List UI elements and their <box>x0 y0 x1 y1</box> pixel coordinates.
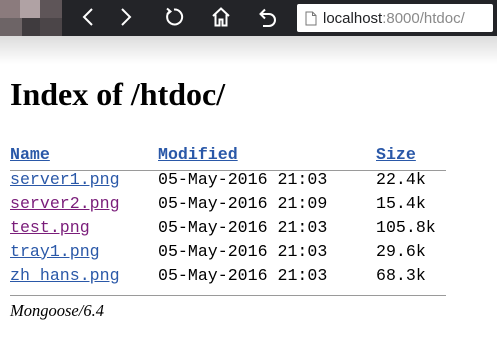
file-name-cell: server2.png <box>10 191 158 215</box>
size-cell: 105.8k <box>376 217 436 237</box>
table-row: server2.png 05-May-2016 21:09 15.4k <box>10 191 446 215</box>
home-icon <box>212 7 230 27</box>
file-link[interactable]: server1.png <box>10 170 120 189</box>
blurred-tab-area <box>0 0 70 36</box>
forward-icon <box>121 8 132 26</box>
modified-cell: 05-May-2016 21:03 <box>158 265 328 285</box>
table-row: tray1.png 05-May-2016 21:03 29.6k <box>10 239 446 263</box>
footer-divider <box>10 295 446 296</box>
size-cell: 15.4k <box>376 193 426 213</box>
file-listing-table: Name Modified Size server1.png 05-May-20… <box>10 145 446 287</box>
address-bar[interactable]: localhost:8000/htdoc/ <box>297 4 493 32</box>
reload-icon <box>166 7 184 26</box>
url-path: :8000/htdoc/ <box>382 9 465 27</box>
file-name-cell: test.png <box>10 215 158 239</box>
server-signature: Mongoose/6.4 <box>10 301 104 320</box>
sort-by-size-link[interactable]: Size <box>376 145 416 164</box>
modified-cell: 05-May-2016 21:09 <box>158 193 328 213</box>
home-button[interactable] <box>208 4 234 30</box>
file-name-cell: tray1.png <box>10 239 158 263</box>
header-divider <box>10 170 446 171</box>
file-link[interactable]: zh_hans.png <box>10 266 120 285</box>
browser-toolbar: localhost:8000/htdoc/ <box>0 0 497 36</box>
table-row: zh_hans.png 05-May-2016 21:03 68.3k <box>10 263 446 287</box>
file-link[interactable]: server2.png <box>10 194 120 213</box>
file-link[interactable]: tray1.png <box>10 242 100 261</box>
column-header-name: Name <box>10 145 158 167</box>
url-host: localhost <box>323 9 383 27</box>
back-button[interactable] <box>75 4 101 30</box>
undo-button[interactable] <box>254 4 280 30</box>
undo-icon <box>259 8 276 27</box>
reload-button[interactable] <box>161 4 187 30</box>
sort-by-modified-link[interactable]: Modified <box>158 145 238 164</box>
modified-cell: 05-May-2016 21:03 <box>158 241 328 261</box>
size-cell: 68.3k <box>376 265 426 285</box>
table-row: test.png 05-May-2016 21:03 105.8k <box>10 215 446 239</box>
toolbar-shadow <box>0 36 497 64</box>
file-name-cell: zh_hans.png <box>10 263 158 287</box>
size-cell: 29.6k <box>376 241 426 261</box>
column-header-modified: Modified <box>158 145 376 167</box>
page-icon <box>305 11 317 25</box>
table-header-row: Name Modified Size <box>10 145 446 167</box>
page-title: Index of /htdoc/ <box>10 76 226 112</box>
back-icon <box>82 8 93 26</box>
modified-cell: 05-May-2016 21:03 <box>158 217 328 237</box>
file-link[interactable]: test.png <box>10 218 90 237</box>
sort-by-name-link[interactable]: Name <box>10 145 50 164</box>
column-header-size: Size <box>376 145 446 167</box>
forward-button[interactable] <box>113 4 139 30</box>
